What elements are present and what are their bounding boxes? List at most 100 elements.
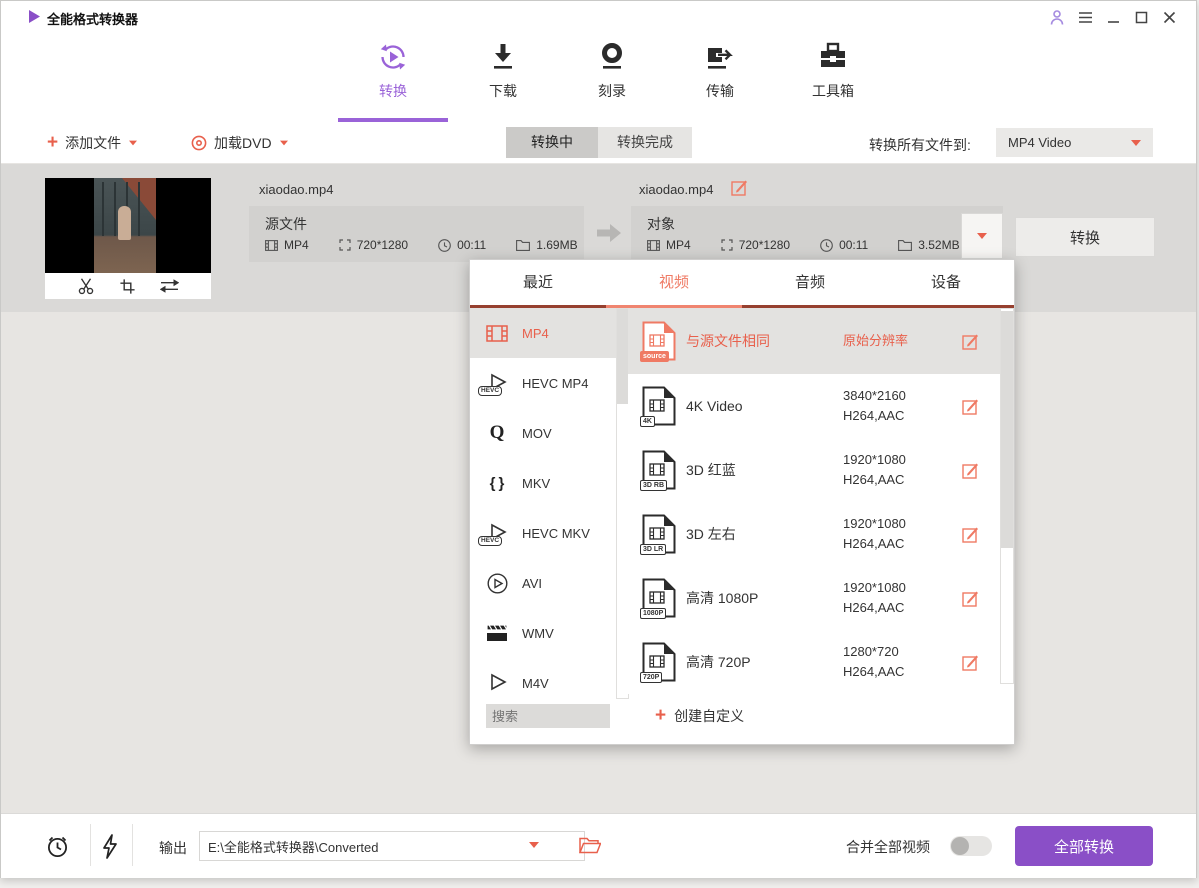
convert-all-button[interactable]: 全部转换 <box>1015 826 1153 866</box>
format-label: MKV <box>522 476 550 491</box>
preset-file-icon: 1080P <box>642 578 676 618</box>
open-folder-icon[interactable] <box>579 837 601 854</box>
footer-bar: 输出 合并全部视频 全部转换 <box>1 813 1196 878</box>
format-label: MP4 <box>522 326 549 341</box>
search-input[interactable] <box>486 704 610 728</box>
preset-row-source[interactable]: source 与源文件相同 原始分辨率 <box>628 308 1000 375</box>
account-icon[interactable] <box>1046 7 1068 27</box>
preset-list-scrollbar[interactable] <box>1000 308 1014 684</box>
popup-tab-recent[interactable]: 最近 <box>470 260 606 305</box>
tab-converted[interactable]: 转换完成 <box>598 127 692 158</box>
target-format-dropdown-button[interactable] <box>961 213 1003 259</box>
format-item-avi[interactable]: AVI <box>470 558 616 608</box>
preset-row-3d-rb[interactable]: 3D RB 3D 红蓝 1920*1080H264,AAC <box>628 438 1000 503</box>
preset-row-720p[interactable]: 720P 高清 720P 1280*720H264,AAC <box>628 630 1000 694</box>
load-dvd-caret-icon[interactable] <box>280 140 288 145</box>
popup-tab-device[interactable]: 设备 <box>878 260 1014 305</box>
highspeed-icon[interactable] <box>101 834 119 859</box>
format-item-hevc-mkv[interactable]: HEVC HEVC MKV <box>470 508 616 558</box>
format-list-scroll-thumb[interactable] <box>617 309 628 404</box>
preset-edit-icon[interactable] <box>962 654 979 671</box>
convert-button[interactable]: 转换 <box>1015 217 1155 257</box>
format-item-mp4[interactable]: MP4 <box>470 308 616 358</box>
create-custom-button[interactable]: + 创建自定义 <box>655 704 744 728</box>
video-thumbnail <box>45 178 211 273</box>
toggle-knob <box>951 837 969 855</box>
preset-row-3d-lr[interactable]: 3D LR 3D 左右 1920*1080H264,AAC <box>628 502 1000 567</box>
mov-icon: Q <box>482 422 512 444</box>
preset-name: 高清 720P <box>686 652 751 672</box>
load-dvd-button[interactable]: 加载DVD <box>191 122 289 163</box>
source-panel-title: 源文件 <box>265 214 307 234</box>
preset-edit-icon[interactable] <box>962 590 979 607</box>
filesize-icon <box>898 240 912 251</box>
preset-name: 3D 红蓝 <box>686 460 736 480</box>
preset-row-4k[interactable]: 4K 4K Video 3840*2160H264,AAC <box>628 374 1000 439</box>
preset-resolution: 原始分辨率 <box>843 331 908 351</box>
preset-edit-icon[interactable] <box>962 462 979 479</box>
divider <box>90 824 91 866</box>
wmv-icon <box>482 624 512 642</box>
effects-icon[interactable] <box>160 278 179 294</box>
close-icon[interactable] <box>1158 7 1180 27</box>
plus-icon: + <box>47 136 58 150</box>
target-format: MP4 <box>666 238 691 252</box>
convert-all-format-select[interactable]: MP4 Video <box>996 128 1153 157</box>
task-list-area: xiaodao.mp4 源文件 MP4 720*1280 <box>1 163 1196 813</box>
target-resolution: 720*1280 <box>739 238 790 252</box>
rename-icon[interactable] <box>731 179 748 196</box>
source-duration: 00:11 <box>457 238 486 252</box>
preset-edit-icon[interactable] <box>962 398 979 415</box>
mp4-icon <box>482 325 512 342</box>
preset-list-scroll-thumb[interactable] <box>1001 311 1013 548</box>
tab-burn[interactable]: 刻录 <box>565 41 659 103</box>
burn-icon <box>597 41 627 73</box>
format-label: HEVC MKV <box>522 526 590 541</box>
add-files-caret-icon[interactable] <box>129 140 137 145</box>
format-picker-popup: 最近 视频 音频 设备 MP4 HEVC <box>469 259 1015 745</box>
tab-converting[interactable]: 转换中 <box>506 127 598 158</box>
preset-row-1080p[interactable]: 1080P 高清 1080P 1920*1080H264,AAC <box>628 566 1000 631</box>
preset-specs: 3840*2160H264,AAC <box>843 386 906 426</box>
target-size: 3.52MB <box>918 238 959 252</box>
source-format: MP4 <box>284 238 309 252</box>
target-file-name: xiaodao.mp4 <box>639 182 713 197</box>
format-item-mov[interactable]: Q MOV <box>470 408 616 458</box>
maximize-icon[interactable] <box>1130 7 1152 27</box>
output-select-caret-icon <box>529 842 539 848</box>
merge-videos-toggle[interactable] <box>950 836 992 856</box>
preset-edit-icon[interactable] <box>962 526 979 543</box>
menu-icon[interactable] <box>1074 7 1096 27</box>
format-item-mkv[interactable]: { } MKV <box>470 458 616 508</box>
format-item-hevc-mp4[interactable]: HEVC HEVC MP4 <box>470 358 616 408</box>
video-thumbnail-card <box>45 178 211 299</box>
resolution-icon <box>339 239 351 251</box>
add-files-button[interactable]: + 添加文件 <box>47 122 138 163</box>
plus-icon: + <box>655 709 666 723</box>
preset-specs: 1920*1080H264,AAC <box>843 450 906 490</box>
tab-transfer[interactable]: 传输 <box>673 41 767 103</box>
format-item-m4v[interactable]: M4V <box>470 658 616 697</box>
schedule-icon[interactable] <box>45 834 70 859</box>
popup-tab-video[interactable]: 视频 <box>606 260 742 305</box>
convert-all-to-label: 转换所有文件到: <box>869 135 971 155</box>
output-path-select[interactable] <box>199 831 585 861</box>
thumbnail-photo <box>94 178 156 273</box>
crop-icon[interactable] <box>119 278 136 295</box>
tab-toolbox[interactable]: 工具箱 <box>786 41 880 103</box>
trim-icon[interactable] <box>77 277 95 295</box>
tab-download[interactable]: 下载 <box>456 41 550 103</box>
format-icon <box>265 240 278 251</box>
avi-icon <box>482 573 512 594</box>
preset-edit-icon[interactable] <box>962 333 979 350</box>
target-panel-title: 对象 <box>647 214 675 234</box>
create-custom-label: 创建自定义 <box>674 706 744 726</box>
preset-file-icon: 3D RB <box>642 450 676 490</box>
format-item-wmv[interactable]: WMV <box>470 608 616 658</box>
divider <box>132 824 133 866</box>
minimize-icon[interactable] <box>1102 7 1124 27</box>
filesize-icon <box>516 240 530 251</box>
popup-tab-audio[interactable]: 音频 <box>742 260 878 305</box>
tab-convert[interactable]: 转换 <box>346 41 440 103</box>
preset-file-icon: 4K <box>642 386 676 426</box>
